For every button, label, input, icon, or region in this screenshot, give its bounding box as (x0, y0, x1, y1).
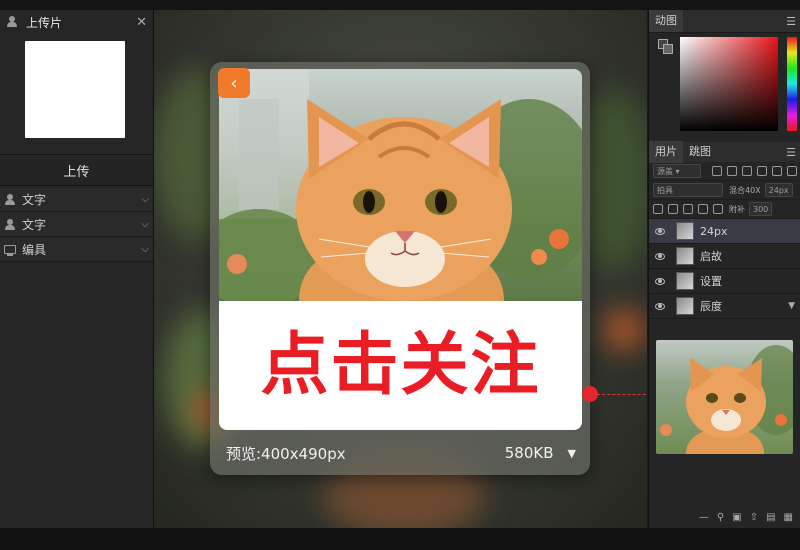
left-panel-title: 上传片 (26, 15, 63, 30)
row-label: 文字 (22, 193, 47, 207)
fill-input[interactable]: 300 (749, 202, 773, 216)
grid-icon[interactable] (787, 166, 797, 176)
layer-name: 24px (700, 224, 728, 238)
layer-name: 辰度 (700, 300, 722, 313)
chevron-down-icon[interactable]: ⌵ (141, 194, 149, 205)
caret-down-icon[interactable]: ▼ (568, 447, 576, 460)
navigator-cat-illustration (660, 345, 793, 454)
blend-row: 源盖 ▾ (649, 162, 800, 181)
link-icon[interactable] (727, 166, 737, 176)
blend-mode-select[interactable]: 源盖 ▾ (653, 164, 701, 178)
preview-info-row: 预览:400x490px 580KB ▼ (226, 443, 576, 463)
layer-name: 启故 (700, 250, 722, 263)
layer-thumbnail (676, 222, 694, 240)
left-panel: 上传片 ✕ 上传 文字 ⌵ 文字 ⌵ 编具 ⌵ (0, 10, 154, 528)
lock-icon[interactable] (712, 166, 722, 176)
fill-label: 附补 (729, 204, 745, 214)
left-panel-row-tools[interactable]: 编具 ⌵ (0, 238, 153, 262)
tab-channels[interactable]: 跳图 (683, 141, 717, 163)
color-panel-tabbar: 动图 ☰ (649, 10, 800, 33)
eye-icon[interactable] (655, 302, 665, 310)
navigator-preview[interactable] (656, 340, 793, 454)
chevron-left-icon: ‹ (230, 72, 238, 94)
caption-box[interactable]: 点击关注 (219, 301, 582, 430)
trash-icon[interactable]: ▦ (784, 512, 793, 523)
move-icon[interactable] (713, 204, 723, 214)
user-icon (4, 218, 16, 231)
layer-thumbnail (676, 272, 694, 290)
chain-icon[interactable] (653, 204, 663, 214)
opacity-row: 拍具 混合40X 24px (649, 181, 800, 200)
cat-illustration (219, 69, 582, 301)
user-icon (4, 193, 16, 206)
panel-menu-icon[interactable]: ☰ (786, 15, 796, 28)
fill-value: 300 (753, 204, 769, 214)
bottom-bar (0, 528, 800, 550)
right-panel: 动图 ☰ 用片 跳图 ☰ 源盖 ▾ 拍具 混合40X 24px 附补 300 2… (648, 10, 800, 528)
row-label: 编具 (22, 243, 47, 257)
wrench-icon[interactable] (698, 204, 708, 214)
layer-item[interactable]: 设置 (649, 269, 800, 294)
layer-name: 设置 (700, 275, 722, 288)
export-icon[interactable]: ⇧ (750, 512, 758, 523)
chevron-down-icon[interactable]: ⌵ (141, 244, 149, 255)
preview-dimensions: 预览:400x490px (226, 444, 346, 463)
frame-icon[interactable] (772, 166, 782, 176)
layer-thumbnail (676, 247, 694, 265)
panel-menu-icon[interactable]: ☰ (786, 146, 796, 159)
opacity-value: 24px (768, 185, 789, 195)
layers-panel: 用片 跳图 ☰ 源盖 ▾ 拍具 混合40X 24px 附补 300 24px 启… (649, 141, 800, 319)
copy-icon[interactable] (757, 166, 767, 176)
upload-button[interactable]: 上传 (0, 154, 153, 186)
top-bar (0, 0, 800, 10)
layer-tool-icons (712, 166, 797, 176)
brush-icon[interactable] (668, 204, 678, 214)
back-button[interactable]: ‹ (218, 68, 250, 98)
eye-icon[interactable] (655, 252, 665, 260)
chevron-down-icon[interactable]: ⌵ (141, 219, 149, 230)
folder-icon[interactable]: ▤ (766, 512, 775, 523)
tab-layers[interactable]: 用片 (649, 141, 683, 163)
file-size: 580KB (504, 444, 554, 462)
fill-tool-icons (653, 204, 723, 214)
tool-select[interactable]: 拍具 (653, 183, 723, 197)
opacity-label: 混合40X (729, 185, 761, 195)
layer-item[interactable]: 启故 (649, 244, 800, 269)
left-panel-row-text-2[interactable]: 文字 ⌵ (0, 213, 153, 237)
pen-icon[interactable] (683, 204, 693, 214)
layers-tabbar: 用片 跳图 ☰ (649, 141, 800, 163)
left-panel-header: 上传片 ✕ (0, 10, 153, 34)
opacity-input[interactable]: 24px (764, 183, 793, 197)
connector-handle[interactable] (582, 386, 598, 402)
layer-item[interactable]: 24px (649, 219, 800, 244)
eye-icon[interactable] (655, 277, 665, 285)
caret-down-icon[interactable]: ▼ (788, 301, 795, 311)
minus-icon[interactable]: — (699, 512, 709, 523)
hue-slider[interactable] (787, 37, 797, 131)
caption-text: 点击关注 (260, 325, 541, 405)
upload-thumbnail[interactable] (25, 41, 125, 138)
tab-color[interactable]: 动图 (649, 10, 683, 32)
monitor-icon (4, 245, 16, 256)
transform-icon[interactable] (742, 166, 752, 176)
fill-row: 附补 300 (649, 200, 800, 219)
close-icon[interactable]: ✕ (136, 15, 147, 30)
layer-item[interactable]: 辰度 ▼ (649, 294, 800, 319)
layers-footer: — ⚲ ▣ ⇧ ▤ ▦ (649, 506, 800, 528)
tool-select-value: 拍具 (657, 185, 673, 195)
cat-photo (219, 69, 582, 301)
search-icon[interactable]: ⚲ (717, 512, 724, 523)
layer-thumbnail (676, 297, 694, 315)
background-flower (604, 310, 644, 350)
row-label: 文字 (22, 218, 47, 232)
color-picker-square[interactable] (680, 37, 778, 131)
new-layer-icon[interactable]: ▣ (732, 512, 741, 523)
user-icon (6, 16, 18, 28)
left-panel-row-text-1[interactable]: 文字 ⌵ (0, 188, 153, 212)
eye-icon[interactable] (655, 227, 665, 235)
swap-colors-icon[interactable] (658, 39, 673, 54)
blend-mode-value: 源盖 (657, 166, 673, 176)
